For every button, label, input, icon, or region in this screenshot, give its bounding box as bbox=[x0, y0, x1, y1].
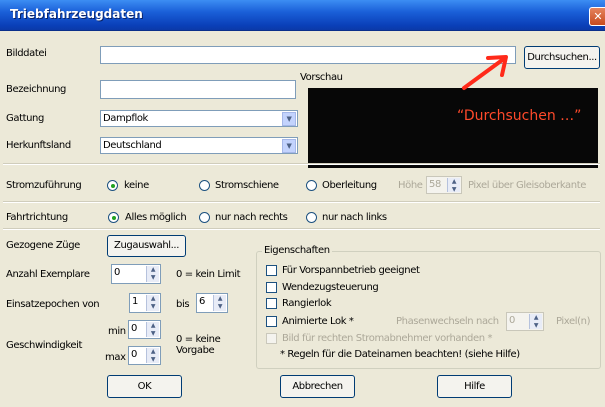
pixel-label: Pixel(n) bbox=[556, 316, 591, 327]
geschwindigkeit-label: Geschwindigkeit bbox=[6, 340, 83, 351]
fahrt-radio-alles[interactable] bbox=[108, 212, 119, 223]
eigenschaften-label: Eigenschaften bbox=[262, 245, 332, 257]
strom-radio-stromschiene[interactable] bbox=[199, 180, 210, 191]
herkunftsland-label: Herkunftsland bbox=[6, 140, 71, 151]
max-label: max bbox=[105, 352, 126, 363]
check-animiert[interactable] bbox=[266, 316, 277, 327]
speed-hint-2: Vorgabe bbox=[176, 345, 215, 356]
durchsuchen-button[interactable]: Durchsuchen... bbox=[524, 46, 600, 69]
spinner-arrows-icon[interactable]: ▲ ▼ bbox=[146, 266, 159, 282]
anzahl-spinner[interactable]: 0 ▲ ▼ bbox=[111, 264, 161, 284]
min-label: min bbox=[108, 326, 126, 337]
eigen-item-wendezug: Wendezugsteuerung bbox=[282, 282, 379, 293]
spinner-arrows-icon[interactable]: ▲ ▼ bbox=[447, 178, 460, 193]
annotation-text: “Durchsuchen …” bbox=[457, 108, 582, 124]
herkunftsland-select[interactable]: Deutschland ▼ bbox=[100, 137, 298, 154]
epoche-von-value: 1 bbox=[132, 296, 138, 307]
phasen-label: Phasenwechseln nach bbox=[396, 316, 499, 327]
gezogene-zuege-label: Gezogene Züge bbox=[6, 240, 80, 251]
eigen-item-stromabnehmer: Bild für rechten Stromabnehmer vorhanden… bbox=[282, 333, 493, 344]
close-button[interactable]: ✕ bbox=[589, 7, 605, 26]
phasen-value: 0 bbox=[509, 315, 515, 326]
stromzufuehrung-label: Stromzuführung bbox=[6, 180, 82, 191]
strom-option-stromschiene: Stromschiene bbox=[215, 180, 279, 191]
speed-min-spinner[interactable]: 0 ▲ ▼ bbox=[128, 320, 161, 339]
eigen-item-vorspann: Für Vorspannbetrieb geeignet bbox=[282, 265, 420, 276]
eigen-note: * Regeln für die Dateinamen beachten! (s… bbox=[280, 349, 520, 360]
epoche-bis-spinner[interactable]: 6 ▲ ▼ bbox=[196, 293, 228, 313]
check-stromabnehmer[interactable] bbox=[266, 333, 277, 344]
spinner-arrows-icon[interactable]: ▲ ▼ bbox=[146, 348, 159, 363]
vorschau-preview bbox=[308, 88, 598, 168]
bezeichnung-input[interactable] bbox=[100, 80, 296, 99]
separator bbox=[3, 228, 600, 230]
check-vorspann[interactable] bbox=[266, 265, 277, 276]
spinner-arrows-icon[interactable]: ▲ ▼ bbox=[213, 295, 226, 311]
separator bbox=[3, 201, 600, 203]
einsatzepochen-label: Einsatzepochen von bbox=[6, 299, 100, 310]
abbrechen-button[interactable]: Abbrechen bbox=[280, 375, 355, 398]
title-bar[interactable]: Triebfahrzeugdaten ✕ bbox=[0, 0, 605, 31]
strom-radio-keine[interactable] bbox=[107, 180, 118, 191]
gattung-value: Dampflok bbox=[103, 113, 148, 124]
fahrtrichtung-label: Fahrtrichtung bbox=[6, 212, 68, 223]
hoehe-label: Höhe bbox=[398, 180, 423, 191]
eigen-item-rangierlok: Rangierlok bbox=[282, 298, 332, 309]
hoehe-value: 58 bbox=[429, 179, 441, 190]
speed-max-value: 0 bbox=[131, 349, 137, 360]
strom-option-oberleitung: Oberleitung bbox=[322, 180, 377, 191]
spinner-arrows-icon[interactable]: ▲ ▼ bbox=[529, 314, 542, 329]
bezeichnung-label: Bezeichnung bbox=[6, 84, 66, 95]
hoehe-suffix: Pixel über Gleisoberkante bbox=[468, 180, 586, 191]
herkunftsland-value: Deutschland bbox=[103, 140, 162, 151]
hilfe-button[interactable]: Hilfe bbox=[437, 375, 512, 398]
separator bbox=[3, 163, 600, 165]
fahrt-radio-links[interactable] bbox=[306, 212, 317, 223]
fahrt-option-alles: Alles möglich bbox=[125, 212, 187, 223]
speed-max-spinner[interactable]: 0 ▲ ▼ bbox=[128, 346, 161, 365]
check-wendezug[interactable] bbox=[266, 282, 277, 293]
epoche-von-spinner[interactable]: 1 ▲ ▼ bbox=[129, 293, 161, 313]
speed-min-value: 0 bbox=[131, 323, 137, 334]
strom-radio-oberleitung[interactable] bbox=[306, 180, 317, 191]
anzahl-hint: 0 = kein Limit bbox=[176, 269, 241, 280]
fahrt-option-links: nur nach links bbox=[322, 212, 387, 223]
spinner-arrows-icon[interactable]: ▲ ▼ bbox=[146, 295, 159, 311]
bis-label: bis bbox=[176, 299, 190, 310]
chevron-down-icon[interactable]: ▼ bbox=[282, 112, 296, 126]
phasen-spinner[interactable]: 0 ▲ ▼ bbox=[506, 312, 544, 331]
dialog-window: Triebfahrzeugdaten ✕ Bilddatei Durchsuch… bbox=[0, 0, 605, 407]
anzahl-exemplare-label: Anzahl Exemplare bbox=[6, 269, 90, 280]
vorschau-label: Vorschau bbox=[300, 72, 343, 83]
close-icon: ✕ bbox=[593, 10, 603, 23]
gattung-select[interactable]: Dampflok ▼ bbox=[100, 110, 298, 127]
hoehe-spinner[interactable]: 58 ▲ ▼ bbox=[426, 176, 462, 194]
annotation-arrow-icon bbox=[462, 55, 508, 90]
window-title: Triebfahrzeugdaten bbox=[10, 7, 143, 21]
spinner-arrows-icon[interactable]: ▲ ▼ bbox=[146, 322, 159, 337]
fahrt-radio-rechts[interactable] bbox=[199, 212, 210, 223]
bilddatei-label: Bilddatei bbox=[6, 48, 47, 59]
fahrt-option-rechts: nur nach rechts bbox=[215, 212, 288, 223]
chevron-down-icon[interactable]: ▼ bbox=[282, 139, 296, 153]
strom-option-keine: keine bbox=[124, 180, 149, 191]
zugauswahl-button[interactable]: Zugauswahl... bbox=[107, 235, 186, 257]
gattung-label: Gattung bbox=[6, 113, 44, 124]
ok-button[interactable]: OK bbox=[107, 375, 182, 398]
anzahl-value: 0 bbox=[114, 267, 120, 278]
eigen-item-animiert: Animierte Lok * bbox=[282, 316, 354, 327]
epoche-bis-value: 6 bbox=[199, 296, 205, 307]
check-rangierlok[interactable] bbox=[266, 298, 277, 309]
